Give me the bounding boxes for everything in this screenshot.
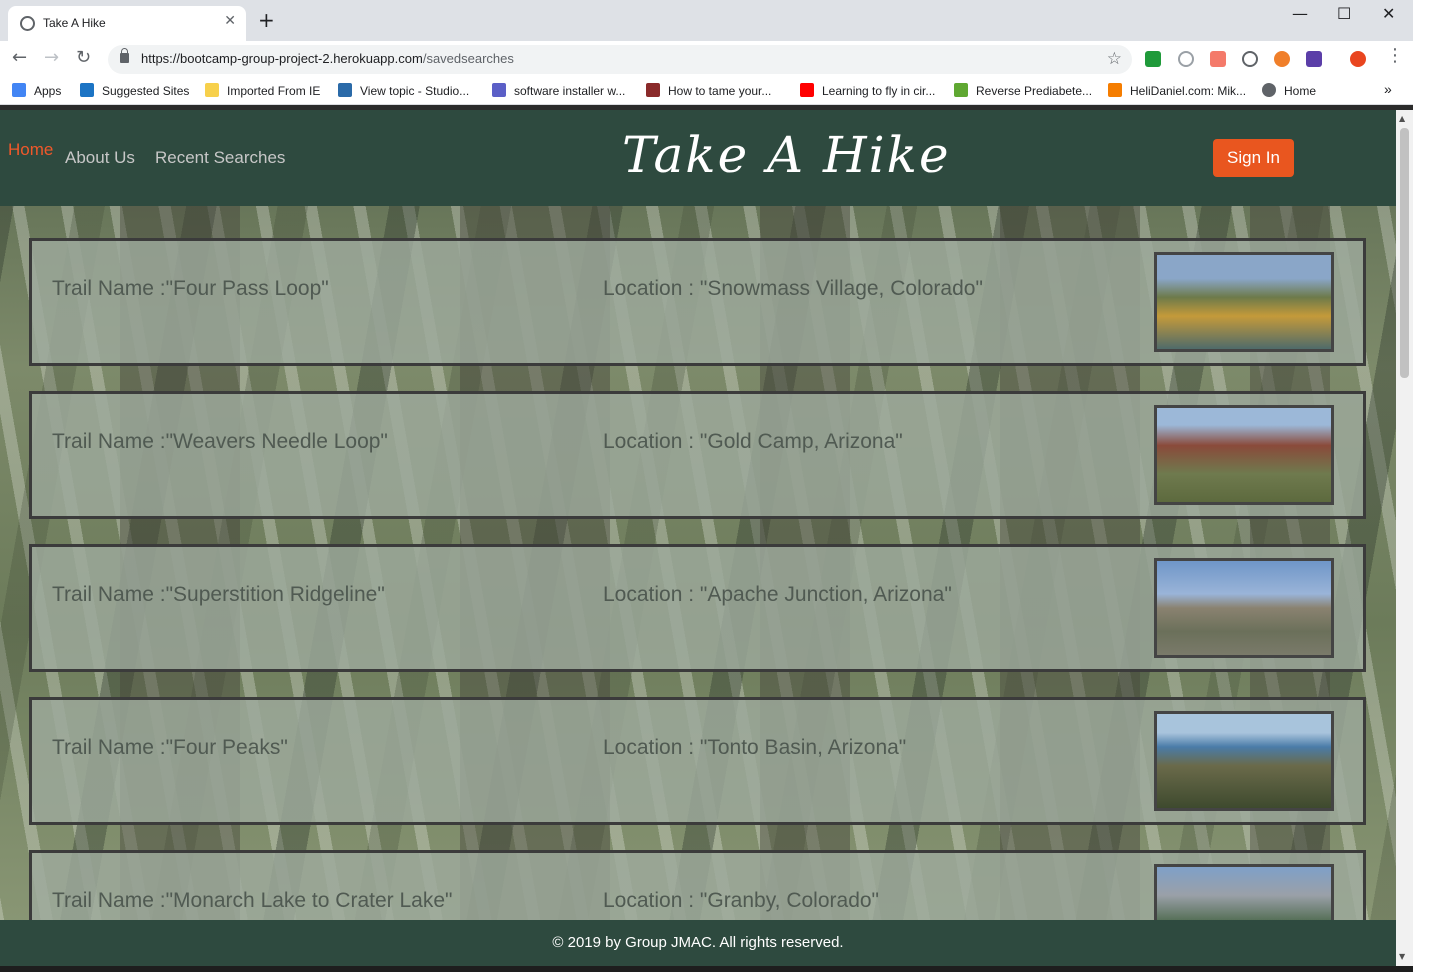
extension-check-icon[interactable] — [1145, 51, 1161, 67]
background-window-edge-bottom — [0, 966, 1413, 972]
chevron-left-icon — [492, 83, 506, 97]
trail-image — [1154, 558, 1334, 658]
studio-icon — [338, 83, 352, 97]
trail-card[interactable]: Trail Name :"Superstition Ridgeline" Loc… — [29, 544, 1366, 672]
bookmark-suggested-sites[interactable]: Suggested Sites — [80, 83, 189, 98]
bookmarks-bar: Apps Suggested Sites Imported From IE Vi… — [0, 77, 1413, 105]
trail-card[interactable]: Trail Name :"Four Pass Loop" Location : … — [29, 238, 1366, 366]
tab-bar: Take A Hike ✕ + — ☐ ✕ — [0, 0, 1413, 41]
trail-location: Location : "Apache Junction, Arizona" — [603, 583, 952, 606]
trail-location: Location : "Gold Camp, Arizona" — [603, 430, 903, 453]
blogger-icon — [1108, 83, 1122, 97]
globe-icon — [1262, 83, 1276, 97]
close-tab-icon[interactable]: ✕ — [224, 13, 236, 29]
youtube-icon — [800, 83, 814, 97]
scroll-thumb[interactable] — [1400, 128, 1409, 378]
trail-image — [1154, 405, 1334, 505]
background-window-edge — [1413, 0, 1434, 972]
more-bookmarks-icon[interactable]: » — [1384, 81, 1392, 97]
bookmark-star-icon[interactable]: ☆ — [1107, 49, 1122, 69]
trail-card[interactable]: Trail Name :"Four Peaks" Location : "Ton… — [29, 697, 1366, 825]
bookmark-how-to-tame[interactable]: How to tame your... — [646, 83, 771, 98]
bookmark-reverse-prediabetes[interactable]: Reverse Prediabete... — [954, 83, 1092, 98]
site-footer: © 2019 by Group JMAC. All rights reserve… — [0, 920, 1396, 966]
bookmark-imported-from-ie[interactable]: Imported From IE — [205, 83, 320, 98]
scroll-up-icon[interactable]: ▲ — [1399, 114, 1405, 123]
trail-card[interactable]: Trail Name :"Weavers Needle Loop" Locati… — [29, 391, 1366, 519]
maximize-icon[interactable]: ☐ — [1337, 4, 1351, 23]
apps-grid-icon — [12, 83, 26, 97]
profile-avatar[interactable] — [1350, 51, 1366, 67]
site-icon — [646, 83, 660, 97]
bookmark-view-topic[interactable]: View topic - Studio... — [338, 83, 469, 98]
new-tab-button[interactable]: + — [258, 10, 275, 30]
bing-icon — [80, 83, 94, 97]
site-header: Home About Us Recent Searches Take A Hik… — [0, 110, 1396, 206]
trail-name: Trail Name :"Four Pass Loop" — [52, 277, 329, 300]
reload-icon[interactable]: ↻ — [76, 49, 91, 67]
nav-recent-searches-link[interactable]: Recent Searches — [155, 148, 285, 168]
leaf-icon — [954, 83, 968, 97]
browser-tab[interactable]: Take A Hike ✕ — [8, 6, 246, 41]
extension-headphones-icon[interactable] — [1178, 51, 1194, 67]
close-window-icon[interactable]: ✕ — [1382, 4, 1395, 23]
extension-eye-icon[interactable] — [1242, 51, 1258, 67]
extension-arrow-icon[interactable] — [1210, 51, 1226, 67]
extension-check-purple-icon[interactable] — [1306, 51, 1322, 67]
trail-location: Location : "Granby, Colorado" — [603, 889, 880, 912]
trail-image — [1154, 252, 1334, 352]
trail-name: Trail Name :"Four Peaks" — [52, 736, 288, 759]
extension-circle-icon[interactable] — [1274, 51, 1290, 67]
nav-about-link[interactable]: About Us — [65, 148, 135, 168]
nav-home-link[interactable]: Home — [8, 140, 53, 160]
sign-in-button[interactable]: Sign In — [1213, 139, 1294, 177]
page-scrollbar[interactable]: ▲ ▼ — [1396, 110, 1413, 966]
bookmark-home[interactable]: Home — [1262, 83, 1316, 98]
trail-image — [1154, 711, 1334, 811]
globe-icon — [20, 16, 35, 31]
bookmark-learning-to-fly[interactable]: Learning to fly in cir... — [800, 83, 935, 98]
bookmark-apps[interactable]: Apps — [12, 83, 61, 98]
minimize-icon[interactable]: — — [1292, 4, 1308, 23]
page-viewport: Home About Us Recent Searches Take A Hik… — [0, 110, 1396, 966]
trail-name: Trail Name :"Weavers Needle Loop" — [52, 430, 388, 453]
trail-location: Location : "Tonto Basin, Arizona" — [603, 736, 907, 759]
menu-dots-icon[interactable]: ⋮ — [1386, 47, 1404, 65]
url-input[interactable]: https://bootcamp-group-project-2.herokua… — [108, 45, 1132, 74]
bookmark-helidaniel[interactable]: HeliDaniel.com: Mik... — [1108, 83, 1246, 98]
address-bar-row: ← → ↻ https://bootcamp-group-project-2.h… — [0, 41, 1413, 77]
trail-name: Trail Name :"Superstition Ridgeline" — [52, 583, 385, 606]
back-icon[interactable]: ← — [12, 49, 27, 67]
tab-title: Take A Hike — [43, 16, 106, 30]
folder-icon — [205, 83, 219, 97]
trail-location: Location : "Snowmass Village, Colorado" — [603, 277, 983, 300]
lock-icon — [120, 48, 129, 63]
site-brand: Take A Hike — [622, 126, 951, 184]
bookmark-software-installer[interactable]: software installer w... — [492, 83, 625, 98]
url-text: https://bootcamp-group-project-2.herokua… — [141, 51, 514, 66]
trail-name: Trail Name :"Monarch Lake to Crater Lake… — [52, 889, 453, 912]
forward-icon[interactable]: → — [44, 49, 59, 67]
scroll-down-icon[interactable]: ▼ — [1399, 952, 1405, 961]
